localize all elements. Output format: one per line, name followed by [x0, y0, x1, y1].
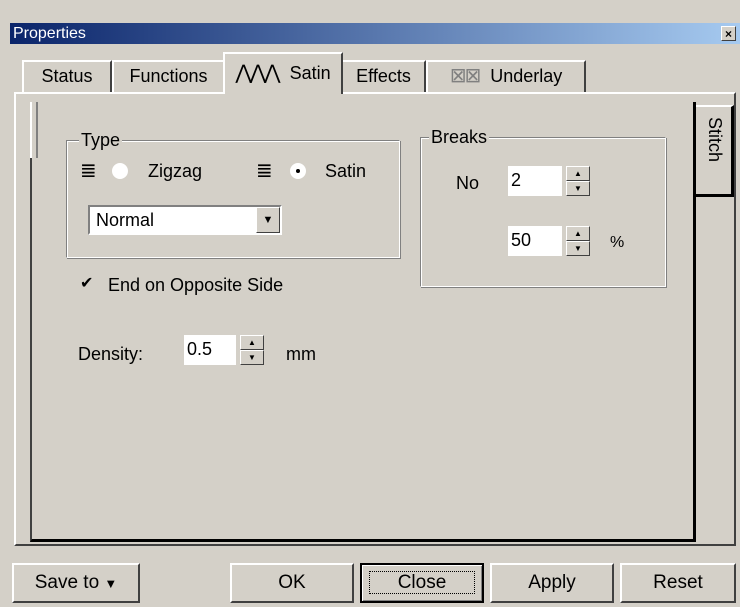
tab-underlay[interactable]: ⊠⊠ Underlay — [426, 60, 586, 93]
satin-style-select[interactable]: Normal ▼ — [88, 205, 282, 235]
density-spinner[interactable]: ▲ ▼ — [240, 335, 264, 365]
apply-button[interactable]: Apply — [490, 563, 614, 603]
tab-functions[interactable]: Functions — [112, 60, 225, 93]
tab-status-label: Status — [41, 66, 93, 86]
panel-grip[interactable] — [30, 102, 38, 158]
type-group-title: Type — [79, 129, 123, 151]
density-input[interactable]: 0.5 — [184, 335, 236, 365]
chevron-down-icon[interactable]: ▼ — [256, 207, 280, 233]
zigzag-label: Zigzag — [148, 161, 203, 181]
breaks-no-spinner[interactable]: ▲ ▼ — [566, 166, 590, 196]
tab-satin-label: Satin — [289, 63, 331, 83]
tab-effects[interactable]: Effects — [341, 60, 426, 93]
density-label: Density: — [78, 344, 144, 364]
close-button[interactable]: Close — [360, 563, 484, 603]
end-opposite-label: End on Opposite Side — [108, 275, 284, 295]
spin-up-icon[interactable]: ▲ — [240, 335, 264, 350]
side-tab-stitch-label: Stitch — [705, 117, 725, 163]
breaks-percent-spinner[interactable]: ▲ ▼ — [566, 226, 590, 256]
breaks-groupbox: Breaks — [420, 126, 666, 287]
breaks-percent-input[interactable]: 50 — [508, 226, 562, 256]
reset-button[interactable]: Reset — [620, 563, 736, 603]
tab-satin[interactable]: ⋀⋀⋀ Satin — [223, 52, 343, 94]
density-unit: mm — [286, 344, 316, 364]
reset-label: Reset — [653, 572, 703, 593]
spin-up-icon[interactable]: ▲ — [566, 166, 590, 181]
breaks-percent-unit: % — [610, 234, 625, 251]
save-to-label: Save to — [34, 572, 100, 593]
ok-label: OK — [278, 572, 306, 593]
breaks-percent-value: 50 — [511, 230, 532, 250]
close-icon: × — [724, 27, 732, 41]
breaks-group-title: Breaks — [429, 126, 490, 148]
side-tab-stitch[interactable]: Stitch — [696, 105, 734, 197]
spin-down-icon[interactable]: ▼ — [240, 350, 264, 365]
spin-down-icon[interactable]: ▼ — [566, 241, 590, 256]
end-opposite-checkbox[interactable]: ✔ — [80, 273, 93, 295]
zigzag-radio[interactable] — [112, 163, 128, 179]
tab-status[interactable]: Status — [22, 60, 112, 93]
save-to-button[interactable]: Save to ▼ — [12, 563, 140, 603]
satin-radio[interactable] — [290, 163, 306, 179]
breaks-no-input[interactable]: 2 — [508, 166, 562, 196]
type-groupbox: Type — [66, 129, 400, 258]
satin-stitch-icon: ⋀⋀⋀ — [235, 62, 280, 84]
spin-up-icon[interactable]: ▲ — [566, 226, 590, 241]
ok-button[interactable]: OK — [230, 563, 354, 603]
spin-down-icon[interactable]: ▼ — [566, 181, 590, 196]
close-label: Close — [368, 571, 476, 594]
breaks-no-label: No — [456, 173, 480, 193]
close-window-button[interactable]: × — [721, 26, 736, 41]
title-bar: Properties × — [10, 23, 740, 44]
window-title: Properties — [13, 25, 86, 42]
zigzag-stitch-icon: ≣ — [80, 160, 97, 182]
tab-effects-label: Effects — [356, 66, 411, 86]
satin-style-value: Normal — [96, 210, 155, 230]
satin-label: Satin — [325, 161, 367, 181]
satin-type-icon: ≣ — [256, 160, 273, 182]
apply-label: Apply — [528, 572, 576, 593]
density-value: 0.5 — [187, 339, 213, 359]
chevron-down-icon: ▼ — [104, 576, 118, 591]
underlay-icon: ⊠⊠ — [449, 65, 481, 87]
tab-underlay-label: Underlay — [490, 66, 563, 86]
breaks-no-value: 2 — [511, 170, 522, 190]
tab-functions-label: Functions — [129, 66, 208, 86]
